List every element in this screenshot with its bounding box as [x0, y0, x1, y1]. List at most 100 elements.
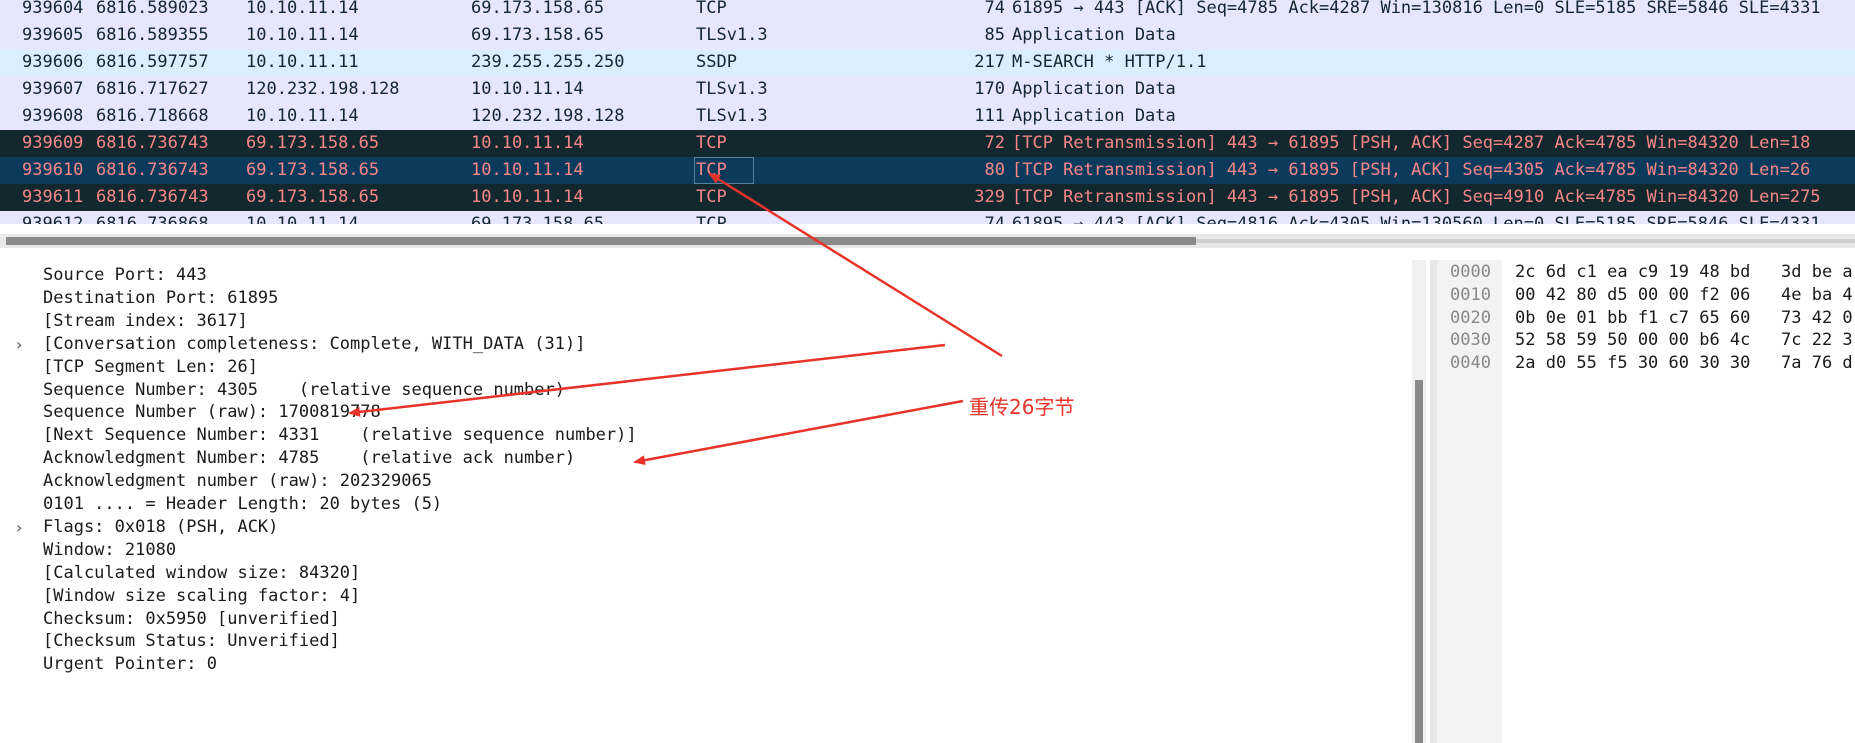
packet-length: 74: [984, 0, 1005, 18]
byte-offset: 0030: [1450, 330, 1491, 351]
packet-row[interactable]: 939606 6816.597757 10.10.11.11 239.255.255.…: [0, 49, 1855, 76]
packet-time: 6816.736743: [96, 187, 209, 207]
packet-destination: 120.232.198.128: [471, 106, 625, 126]
packet-protocol: TCP: [696, 133, 727, 153]
packet-info: 61895 → 443 [ACK] Seq=4785 Ack=4287 Win=…: [1012, 0, 1821, 18]
packet-protocol: TLSv1.3: [696, 106, 768, 126]
packet-number: 939610: [22, 160, 84, 180]
packet-time: 6816.589355: [96, 25, 209, 45]
packet-number: 939609: [22, 133, 84, 153]
packet-length: 85: [984, 25, 1005, 45]
packet-destination: 10.10.11.14: [471, 160, 584, 180]
packet-time: 6816.589023: [96, 0, 209, 18]
packet-protocol: TLSv1.3: [696, 25, 768, 45]
hex-bytes-group-2[interactable]: 73 42 0: [1781, 307, 1853, 329]
packet-destination: 10.10.11.14: [471, 187, 584, 207]
pane-splitter[interactable]: [1430, 260, 1437, 743]
packet-info: 61895 → 443 [ACK] Seq=4816 Ack=4305 Win=…: [1012, 214, 1821, 224]
scrollbar-thumb[interactable]: [1415, 380, 1423, 743]
packet-protocol: TCP: [696, 214, 727, 224]
packet-details-tree[interactable]: Source Port: 443 Destination Port: 61895[…: [0, 260, 1430, 743]
byte-offset: 0010: [1450, 284, 1491, 305]
annotation-label: 重传26字节: [969, 395, 1075, 419]
packet-row[interactable]: 939608 6816.718668 10.10.11.14 120.232.198.…: [0, 103, 1855, 130]
packet-destination: 10.10.11.14: [471, 133, 584, 153]
packet-row[interactable]: 939604 6816.589023 10.10.11.14 69.173.158.6…: [0, 0, 1855, 22]
packet-protocol: SSDP: [696, 52, 737, 72]
packet-list[interactable]: 939604 6816.589023 10.10.11.14 69.173.158.6…: [0, 0, 1855, 224]
packet-length: 72: [984, 133, 1005, 153]
packet-length: 80: [984, 160, 1005, 180]
hex-bytes-group-1[interactable]: 2c 6d c1 ea c9 19 48 bd: [1515, 261, 1750, 283]
hex-bytes-group-1[interactable]: 00 42 80 d5 00 00 f2 06: [1515, 284, 1750, 306]
packet-number: 939606: [22, 52, 84, 72]
packet-info: Application Data: [1012, 25, 1176, 45]
hex-bytes-group-1[interactable]: 2a d0 55 f5 30 60 30 30: [1515, 352, 1750, 374]
packet-info: Application Data: [1012, 106, 1176, 126]
byte-offset: 0000: [1450, 262, 1491, 282]
packet-row[interactable]: 939612 6816.736868 10.10.11.14 69.173.158.6…: [0, 211, 1855, 224]
packet-info: M-SEARCH * HTTP/1.1: [1012, 52, 1207, 72]
packet-length: 74: [984, 214, 1005, 224]
packet-time: 6816.597757: [96, 52, 209, 72]
byte-offset: 0020: [1450, 307, 1491, 328]
packet-number: 939605: [22, 25, 84, 45]
expand-chevron-icon[interactable]: ›: [16, 331, 22, 358]
packet-length: 170: [974, 79, 1005, 99]
packet-protocol: TCP: [696, 187, 727, 207]
packet-info: [TCP Retransmission] 443 → 61895 [PSH, A…: [1012, 133, 1811, 153]
packet-time: 6816.736868: [96, 214, 209, 224]
packet-source: 10.10.11.14: [246, 214, 359, 224]
hex-bytes-group-2[interactable]: 4e ba 4: [1781, 284, 1853, 306]
scrollbar-thumb[interactable]: [6, 237, 1196, 245]
packet-length: 217: [974, 52, 1005, 72]
packet-info: [TCP Retransmission] 443 → 61895 [PSH, A…: [1012, 187, 1821, 207]
packet-length: 111: [974, 106, 1005, 126]
packet-time: 6816.736743: [96, 133, 209, 153]
packet-destination: 69.173.158.65: [471, 214, 605, 224]
packet-bytes-pane[interactable]: 0000 2c 6d c1 ea c9 19 48 bd 3d be a 0010 00…: [1437, 260, 1855, 743]
packet-info: [TCP Retransmission] 443 → 61895 [PSH, A…: [1012, 160, 1811, 180]
packet-number: 939612: [22, 214, 84, 224]
packet-info: Application Data: [1012, 79, 1176, 99]
detail-text: Urgent Pointer: 0: [43, 654, 217, 675]
hex-bytes-group-2[interactable]: 7c 22 3: [1781, 329, 1853, 351]
packet-time: 6816.717627: [96, 79, 209, 99]
packet-destination: 69.173.158.65: [471, 0, 605, 18]
hex-bytes-group-2[interactable]: 7a 76 d: [1781, 352, 1853, 374]
expand-chevron-icon[interactable]: ›: [16, 514, 22, 541]
scrollbar-track[interactable]: [1196, 239, 1855, 243]
packet-source: 69.173.158.65: [246, 187, 380, 207]
packet-protocol: TCP: [696, 0, 727, 18]
packet-source: 69.173.158.65: [246, 160, 380, 180]
packet-source: 120.232.198.128: [246, 79, 400, 99]
packet-length: 329: [974, 187, 1005, 207]
packet-number: 939608: [22, 106, 84, 126]
packet-source: 10.10.11.11: [246, 52, 359, 72]
packet-protocol: TLSv1.3: [696, 79, 768, 99]
byte-offset: 0040: [1450, 353, 1491, 374]
details-vertical-scrollbar[interactable]: [1412, 260, 1426, 743]
packet-row[interactable]: 939605 6816.589355 10.10.11.14 69.173.158.6…: [0, 22, 1855, 49]
packet-destination: 239.255.255.250: [471, 52, 625, 72]
packet-source: 69.173.158.65: [246, 133, 380, 153]
hex-bytes-group-1[interactable]: 52 58 59 50 00 00 b6 4c: [1515, 329, 1750, 351]
hex-bytes-group-2[interactable]: 3d be a: [1781, 261, 1853, 283]
packet-number: 939607: [22, 79, 84, 99]
packet-row[interactable]: 939607 6816.717627 120.232.198.128 10.10.11…: [0, 76, 1855, 103]
packet-destination: 10.10.11.14: [471, 79, 584, 99]
hex-bytes-group-1[interactable]: 0b 0e 01 bb f1 c7 65 60: [1515, 307, 1750, 329]
packet-source: 10.10.11.14: [246, 25, 359, 45]
packet-number: 939604: [22, 0, 84, 18]
packet-source: 10.10.11.14: [246, 0, 359, 18]
packet-destination: 69.173.158.65: [471, 25, 605, 45]
packet-number: 939611: [22, 187, 84, 207]
packet-row[interactable]: 939609 6816.736743 69.173.158.65 10.10.11.1…: [0, 130, 1855, 157]
packet-protocol: TCP: [694, 157, 754, 184]
packet-time: 6816.718668: [96, 106, 209, 126]
packet-row[interactable]: 939611 6816.736743 69.173.158.65 10.10.11.1…: [0, 184, 1855, 211]
packet-source: 10.10.11.14: [246, 106, 359, 126]
packet-list-horizontal-scrollbar[interactable]: [0, 234, 1855, 248]
packet-time: 6816.736743: [96, 160, 209, 180]
packet-row[interactable]: 939610 6816.736743 69.173.158.65 10.10.11.1…: [0, 157, 1855, 184]
